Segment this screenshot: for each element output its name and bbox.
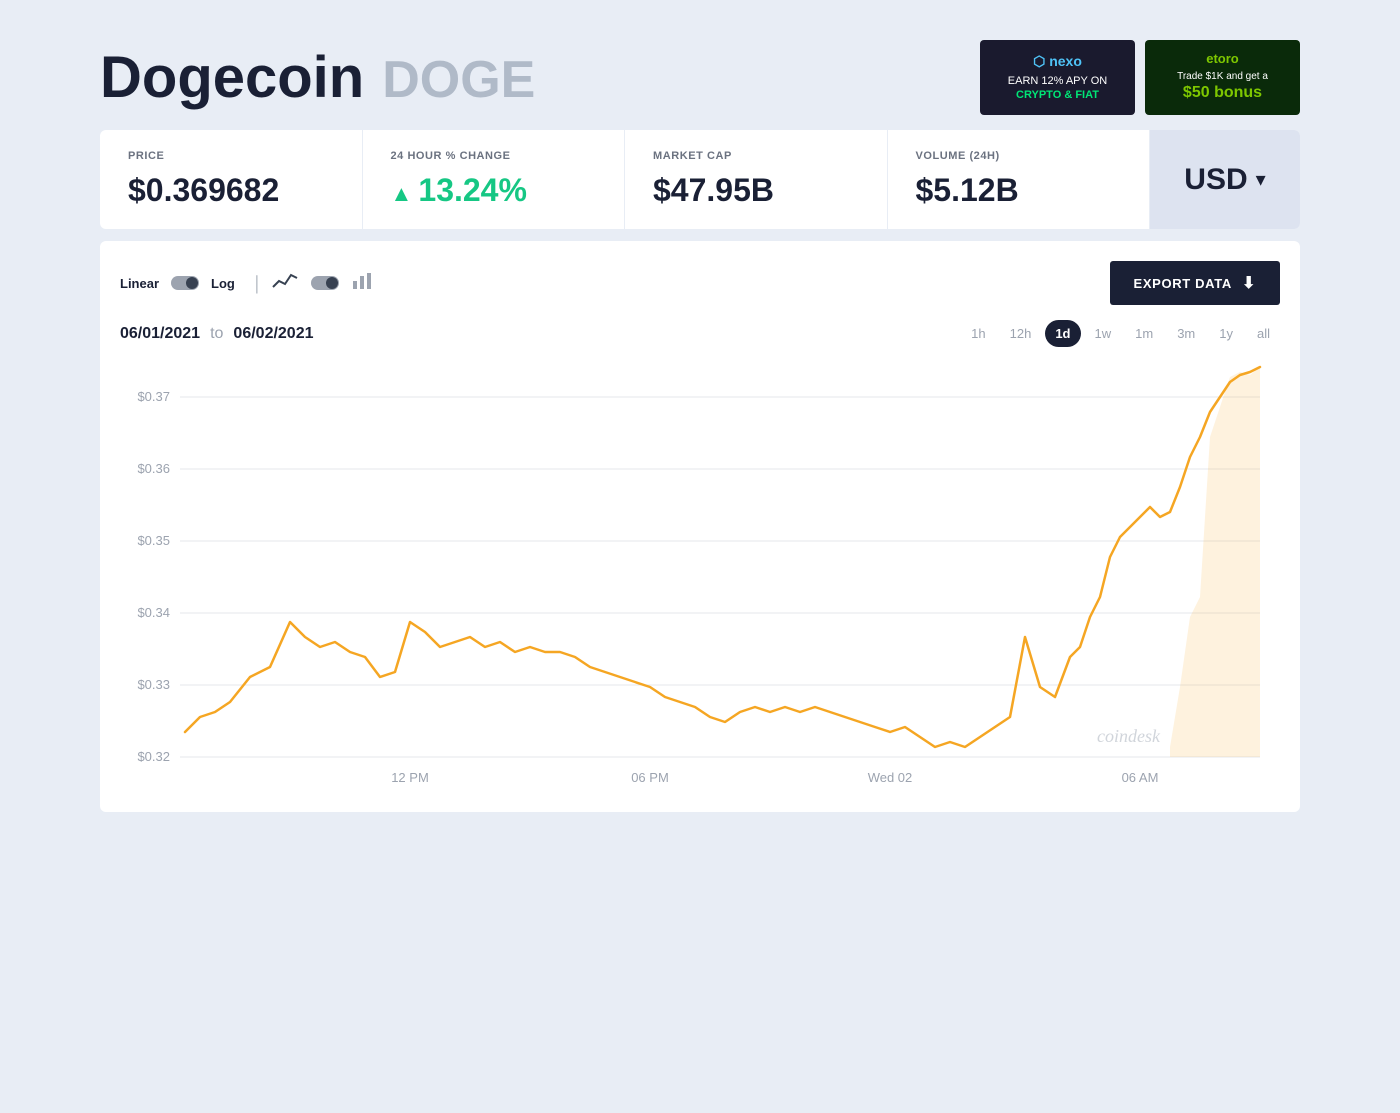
etoro-text: Trade $1K and get a$50 bonus <box>1177 70 1268 104</box>
log-btn[interactable]: Log <box>211 272 235 295</box>
svg-text:$0.37: $0.37 <box>137 389 170 404</box>
stats-bar: PRICE $0.369682 24 HOUR % CHANGE 13.24% … <box>100 130 1300 229</box>
coin-name: Dogecoin <box>100 44 364 111</box>
price-chart: $0.37 $0.36 $0.35 $0.34 $0.33 $0.32 12 P… <box>120 357 1280 787</box>
date-to: 06/02/2021 <box>233 325 313 342</box>
export-data-button[interactable]: EXPORT DATA ⬇ <box>1110 261 1280 305</box>
coin-title: Dogecoin DOGE <box>100 44 535 111</box>
linear-btn[interactable]: Linear <box>120 272 159 295</box>
currency-selector[interactable]: USD ▾ <box>1150 130 1300 229</box>
time-btn-1y[interactable]: 1y <box>1209 320 1243 347</box>
stat-price: PRICE $0.369682 <box>100 130 363 229</box>
marketcap-value: $47.95B <box>653 172 859 209</box>
stat-marketcap: MARKET CAP $47.95B <box>625 130 888 229</box>
time-btn-12h[interactable]: 12h <box>1000 320 1042 347</box>
marketcap-label: MARKET CAP <box>653 150 859 162</box>
ad-banners: ⬡ nexo EARN 12% APY ONCRYPTO & FIAT etor… <box>980 40 1300 115</box>
ad-etoro[interactable]: etoro Trade $1K and get a$50 bonus <box>1145 40 1300 115</box>
svg-text:$0.33: $0.33 <box>137 677 170 692</box>
svg-text:$0.36: $0.36 <box>137 461 170 476</box>
etoro-logo: etoro <box>1206 51 1239 66</box>
svg-text:06 AM: 06 AM <box>1122 770 1159 785</box>
time-btn-1m[interactable]: 1m <box>1125 320 1163 347</box>
line-bar-toggle[interactable] <box>311 276 339 290</box>
stat-volume: VOLUME (24H) $5.12B <box>888 130 1151 229</box>
time-btn-3m[interactable]: 3m <box>1167 320 1205 347</box>
chart-type-controls: Linear Log | <box>120 271 373 296</box>
svg-text:coindesk: coindesk <box>1097 726 1161 746</box>
svg-text:Wed 02: Wed 02 <box>868 770 913 785</box>
stat-change: 24 HOUR % CHANGE 13.24% <box>363 130 626 229</box>
header: Dogecoin DOGE ⬡ nexo EARN 12% APY ONCRYP… <box>100 20 1300 130</box>
chart-section: Linear Log | <box>100 241 1300 812</box>
download-icon: ⬇ <box>1242 273 1256 293</box>
price-label: PRICE <box>128 150 334 162</box>
currency-dropdown-icon: ▾ <box>1256 167 1266 192</box>
volume-value: $5.12B <box>916 172 1122 209</box>
line-chart-icon[interactable] <box>271 271 299 296</box>
time-btn-1d[interactable]: 1d <box>1045 320 1080 347</box>
nexo-logo: ⬡ nexo <box>1033 53 1082 70</box>
currency-text: USD <box>1184 163 1247 197</box>
change-value: 13.24% <box>391 172 597 209</box>
date-range-display: 06/01/2021 to 06/02/2021 <box>120 325 314 343</box>
export-label: EXPORT DATA <box>1134 276 1232 291</box>
svg-text:$0.32: $0.32 <box>137 749 170 764</box>
svg-text:12 PM: 12 PM <box>391 770 429 785</box>
bar-chart-icon[interactable] <box>351 271 373 296</box>
svg-text:$0.34: $0.34 <box>137 605 170 620</box>
ad-nexo[interactable]: ⬡ nexo EARN 12% APY ONCRYPTO & FIAT <box>980 40 1135 115</box>
svg-text:06 PM: 06 PM <box>631 770 669 785</box>
date-from: 06/01/2021 <box>120 325 200 342</box>
svg-text:$0.35: $0.35 <box>137 533 170 548</box>
date-separator: to <box>210 325 223 342</box>
time-btn-1w[interactable]: 1w <box>1085 320 1122 347</box>
volume-label: VOLUME (24H) <box>916 150 1122 162</box>
time-range-buttons: 1h 12h 1d 1w 1m 3m 1y all <box>961 320 1280 347</box>
main-container: Dogecoin DOGE ⬡ nexo EARN 12% APY ONCRYP… <box>100 20 1300 812</box>
coin-symbol: DOGE <box>382 50 535 110</box>
chart-controls-top: Linear Log | <box>120 261 1280 305</box>
separator-line: | <box>255 272 259 295</box>
time-btn-all[interactable]: all <box>1247 320 1280 347</box>
chart-date-range: 06/01/2021 to 06/02/2021 1h 12h 1d 1w 1m… <box>120 320 1280 347</box>
price-value: $0.369682 <box>128 172 334 209</box>
change-label: 24 HOUR % CHANGE <box>391 150 597 162</box>
time-btn-1h[interactable]: 1h <box>961 320 995 347</box>
nexo-text: EARN 12% APY ONCRYPTO & FIAT <box>1008 74 1107 103</box>
chart-wrapper: $0.37 $0.36 $0.35 $0.34 $0.33 $0.32 12 P… <box>120 357 1280 792</box>
linear-log-toggle[interactable] <box>171 276 199 290</box>
